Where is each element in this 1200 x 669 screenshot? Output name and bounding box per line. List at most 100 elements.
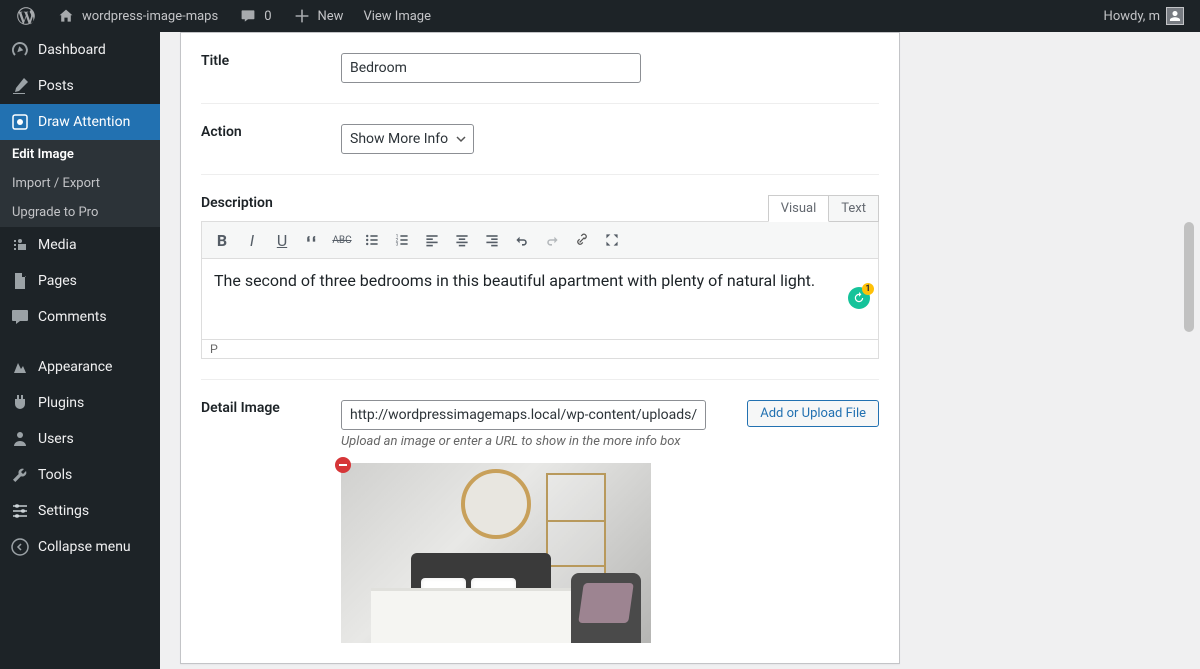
sidebar-item-users[interactable]: Users (0, 421, 160, 457)
description-field-row: Description Visual Text B I U ABC (201, 175, 879, 380)
action-select[interactable]: Show More Info (341, 124, 474, 154)
dashboard-icon (10, 40, 30, 60)
bedroom-image (341, 463, 651, 643)
scrollbar[interactable] (1182, 32, 1196, 665)
redo-button[interactable] (538, 226, 566, 254)
scrollbar-thumb[interactable] (1184, 222, 1194, 332)
sidebar-label: Pages (38, 273, 77, 289)
numbered-list-button[interactable]: 123 (388, 226, 416, 254)
sidebar-item-dashboard[interactable]: Dashboard (0, 32, 160, 68)
sidebar-label: Users (38, 431, 74, 447)
howdy-text: Howdy, m (1104, 9, 1160, 24)
grammarly-icon[interactable] (848, 287, 870, 309)
sidebar-label: Tools (38, 467, 72, 483)
sidebar-label: Plugins (38, 395, 84, 411)
home-icon (56, 6, 76, 26)
detail-image-label: Detail Image (201, 400, 341, 449)
title-input[interactable] (341, 53, 641, 83)
sidebar-label: Dashboard (38, 42, 106, 58)
wordpress-icon (16, 6, 36, 26)
new-content-link[interactable]: New (284, 0, 352, 32)
view-label: View Image (363, 9, 431, 24)
italic-button[interactable]: I (238, 226, 266, 254)
detail-image-preview (341, 463, 651, 643)
plus-icon (292, 6, 312, 26)
admin-bar: wordpress-image-maps 0 New View Image Ho… (0, 0, 1200, 32)
submenu-import-export[interactable]: Import / Export (0, 169, 160, 198)
sidebar-item-posts[interactable]: Posts (0, 68, 160, 104)
quote-button[interactable] (298, 226, 326, 254)
description-label: Description (201, 195, 341, 211)
collapse-menu-button[interactable]: Collapse menu (0, 529, 160, 565)
align-right-button[interactable] (478, 226, 506, 254)
action-label: Action (201, 124, 341, 154)
plugins-icon (10, 393, 30, 413)
action-field-row: Action Show More Info (201, 104, 879, 175)
sidebar-item-tools[interactable]: Tools (0, 457, 160, 493)
sidebar-item-draw-attention[interactable]: Draw Attention (0, 104, 160, 140)
upload-helper-text: Upload an image or enter a URL to show i… (341, 434, 706, 449)
site-name: wordpress-image-maps (82, 9, 218, 24)
link-button[interactable] (568, 226, 596, 254)
sidebar-item-plugins[interactable]: Plugins (0, 385, 160, 421)
bullet-list-button[interactable] (358, 226, 386, 254)
sidebar-label: Draw Attention (38, 114, 130, 130)
hotspot-postbox: Title Action Show More Info Desc (180, 32, 900, 664)
appearance-icon (10, 357, 30, 377)
add-upload-file-button[interactable]: Add or Upload File (747, 400, 879, 427)
sidebar-label: Settings (38, 503, 89, 519)
new-label: New (318, 9, 344, 24)
sidebar-item-settings[interactable]: Settings (0, 493, 160, 529)
my-account-link[interactable]: Howdy, m (1096, 0, 1192, 32)
text-tab[interactable]: Text (828, 195, 879, 222)
underline-button[interactable]: U (268, 226, 296, 254)
visual-tab[interactable]: Visual (768, 195, 830, 222)
posts-icon (10, 76, 30, 96)
submenu-edit-image[interactable]: Edit Image (0, 140, 160, 169)
svg-text:3: 3 (396, 242, 399, 248)
comments-icon (10, 307, 30, 327)
users-icon (10, 429, 30, 449)
bold-button[interactable]: B (208, 226, 236, 254)
view-image-link[interactable]: View Image (355, 0, 439, 32)
strikethrough-button[interactable]: ABC (328, 226, 356, 254)
comment-icon (238, 6, 258, 26)
sidebar-item-media[interactable]: Media (0, 227, 160, 263)
sidebar-label: Media (38, 237, 77, 253)
pages-icon (10, 271, 30, 291)
draw-attention-icon (10, 112, 30, 132)
settings-icon (10, 501, 30, 521)
detail-image-field-row: Detail Image Upload an image or enter a … (201, 380, 879, 663)
submenu-upgrade-pro[interactable]: Upgrade to Pro (0, 198, 160, 227)
sidebar-submenu: Edit Image Import / Export Upgrade to Pr… (0, 140, 160, 227)
editor-status-bar: P (202, 339, 878, 358)
main-content: Title Action Show More Info Desc (160, 32, 1200, 669)
sidebar-item-comments[interactable]: Comments (0, 299, 160, 335)
media-icon (10, 235, 30, 255)
sidebar-item-pages[interactable]: Pages (0, 263, 160, 299)
wp-logo[interactable] (8, 0, 44, 32)
sidebar-label: Comments (38, 309, 107, 325)
undo-button[interactable] (508, 226, 536, 254)
editor-content[interactable]: The second of three bedrooms in this bea… (202, 259, 878, 339)
title-label: Title (201, 53, 341, 83)
sidebar-label: Posts (38, 78, 74, 94)
collapse-icon (10, 537, 30, 557)
align-left-button[interactable] (418, 226, 446, 254)
fullscreen-button[interactable] (598, 226, 626, 254)
remove-image-button[interactable] (335, 457, 351, 473)
sidebar-item-appearance[interactable]: Appearance (0, 349, 160, 385)
align-center-button[interactable] (448, 226, 476, 254)
admin-sidebar: Dashboard Posts Draw Attention Edit Imag… (0, 32, 160, 669)
sidebar-label: Appearance (38, 359, 112, 375)
site-name-link[interactable]: wordpress-image-maps (48, 0, 226, 32)
comments-link[interactable]: 0 (230, 0, 279, 32)
editor-tabs: Visual Text (769, 195, 879, 222)
avatar-icon (1166, 7, 1184, 25)
comments-count: 0 (264, 9, 271, 24)
wysiwyg-editor: B I U ABC 123 (201, 221, 879, 359)
title-field-row: Title (201, 33, 879, 104)
sidebar-label: Collapse menu (38, 539, 131, 555)
detail-image-url-input[interactable] (341, 400, 706, 430)
editor-toolbar: B I U ABC 123 (202, 222, 878, 259)
